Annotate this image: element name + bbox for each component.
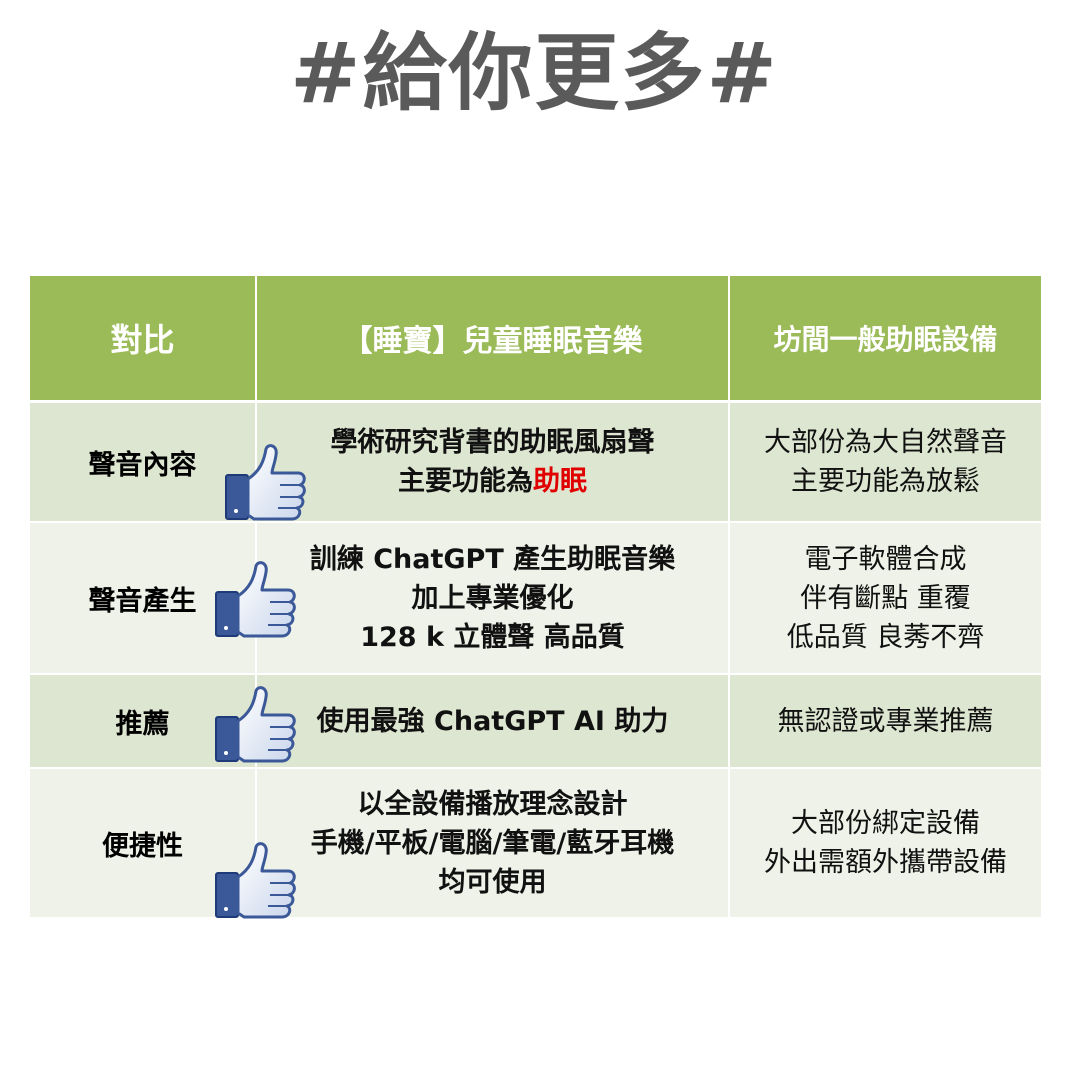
product-line: 均可使用 xyxy=(438,866,547,898)
others-cell: 大部份為大自然聲音 主要功能為放鬆 xyxy=(730,403,1041,521)
others-line: 電子軟體合成 xyxy=(804,543,967,575)
page-title: #給你更多# xyxy=(290,24,779,122)
comparison-table: 對比 【睡寶】兒童睡眠音樂 坊間一般助眠設備 聲音內容 學術研究背書的助眠風扇聲… xyxy=(30,276,1041,919)
header-comparison: 對比 xyxy=(110,321,175,359)
others-cell: 無認證或專業推薦 xyxy=(730,675,1041,767)
product-line: 主要功能為助眠 xyxy=(398,462,587,501)
others-line: 低品質 良莠不齊 xyxy=(786,621,985,653)
product-cell: 學術研究背書的助眠風扇聲 主要功能為助眠 xyxy=(255,403,730,521)
thumbs-up-icon xyxy=(220,441,310,523)
others-line: 大部份為大自然聲音 xyxy=(764,427,1007,458)
others-cell: 電子軟體合成 伴有斷點 重覆 低品質 良莠不齊 xyxy=(730,523,1041,673)
table-header-row: 對比 【睡寶】兒童睡眠音樂 坊間一般助眠設備 xyxy=(30,276,1041,403)
others-line: 大部份綁定設備 xyxy=(791,808,980,839)
thumbs-up-icon xyxy=(210,839,300,921)
product-line: 學術研究背書的助眠風扇聲 xyxy=(330,427,655,458)
product-cell: 以全設備播放理念設計 手機/平板/電腦/筆電/藍牙耳機 均可使用 xyxy=(255,769,730,917)
product-line: 加上專業優化 xyxy=(411,582,574,614)
header-others: 坊間一般助眠設備 xyxy=(773,323,998,356)
product-line: 128 k 立體聲 高品質 xyxy=(360,621,625,653)
others-line: 主要功能為放鬆 xyxy=(791,466,980,497)
table-row: 推薦 使用最強 ChatGPT AI 助力 無認證或專業推薦 xyxy=(30,675,1041,769)
table-row: 聲音產生 訓練 ChatGPT 產生助眠音樂 加上專業優化 128 k 立體聲 … xyxy=(30,523,1041,675)
product-line: 手機/平板/電腦/筆電/藍牙耳機 xyxy=(310,827,675,859)
product-line-text: 主要功能為 xyxy=(398,466,533,497)
header-product: 【睡寶】兒童睡眠音樂 xyxy=(255,276,730,400)
table-row: 聲音內容 學術研究背書的助眠風扇聲 主要功能為助眠 大部份為大自然聲音 主要功能… xyxy=(30,403,1041,523)
highlight-text: 助眠 xyxy=(533,466,587,497)
thumbs-up-icon xyxy=(210,683,300,765)
product-cell: 訓練 ChatGPT 產生助眠音樂 加上專業優化 128 k 立體聲 高品質 xyxy=(255,523,730,673)
others-cell: 大部份綁定設備 外出需額外攜帶設備 xyxy=(730,769,1041,917)
others-line: 外出需額外攜帶設備 xyxy=(764,847,1007,878)
table-row: 便捷性 以全設備播放理念設計 手機/平板/電腦/筆電/藍牙耳機 均可使用 大部份… xyxy=(30,769,1041,919)
product-line: 訓練 ChatGPT 產生助眠音樂 xyxy=(309,543,676,575)
product-line: 使用最強 ChatGPT AI 助力 xyxy=(316,705,669,737)
product-cell: 使用最強 ChatGPT AI 助力 xyxy=(255,675,730,767)
product-line: 以全設備播放理念設計 xyxy=(357,788,628,820)
thumbs-up-icon xyxy=(210,558,300,640)
others-line: 伴有斷點 重覆 xyxy=(800,582,971,614)
others-line: 無認證或專業推薦 xyxy=(777,705,994,737)
